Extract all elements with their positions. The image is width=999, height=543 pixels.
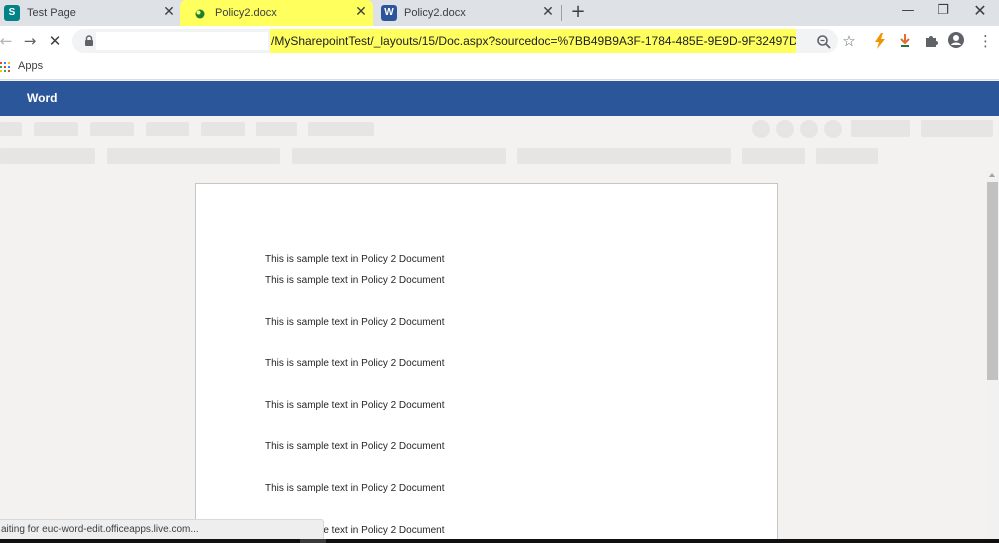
loading-icon — [192, 5, 208, 21]
ribbon-tab-placeholder — [0, 122, 22, 136]
close-tab-icon[interactable]: ✕ — [354, 5, 368, 19]
ribbon-group-placeholder — [107, 148, 280, 164]
ribbon-icon-placeholder — [824, 120, 842, 138]
address-bar[interactable]: /MySharepointTest/_layouts/15/Doc.aspx?s… — [72, 29, 838, 53]
ribbon-tab-placeholder — [146, 122, 189, 136]
tab-strip: S Test Page ✕ Policy2.docx ✕ W Policy2.d… — [0, 0, 999, 26]
document-line[interactable]: This is sample text in Policy 2 Document — [265, 254, 445, 265]
ribbon-group-placeholder — [742, 148, 805, 164]
os-taskbar — [0, 539, 999, 543]
pin-extension-icon[interactable] — [898, 33, 912, 49]
apps-bookmark[interactable]: Apps — [18, 60, 43, 72]
ribbon-tab-placeholder — [90, 122, 134, 136]
url-text[interactable]: /MySharepointTest/_layouts/15/Doc.aspx?s… — [270, 29, 796, 53]
taskbar-item — [300, 539, 326, 543]
close-tab-icon[interactable]: ✕ — [541, 5, 555, 19]
document-line[interactable]: This is sample text in Policy 2 Document — [265, 483, 445, 494]
tab-policy2-word[interactable]: W Policy2.docx ✕ — [373, 0, 561, 26]
minimize-button[interactable]: — — [898, 2, 918, 20]
url-redacted — [96, 32, 268, 50]
document-page[interactable]: This is sample text in Policy 2 Document… — [195, 183, 778, 543]
ribbon-tab-placeholder — [256, 122, 297, 136]
apps-grid-icon[interactable] — [0, 61, 10, 72]
back-button[interactable]: ← — [0, 32, 15, 50]
stop-loading-button[interactable]: ✕ — [46, 32, 64, 50]
lightning-extension-icon[interactable] — [873, 33, 887, 49]
word-app-header: Word — [0, 81, 999, 116]
close-window-button[interactable]: ✕ — [970, 2, 990, 20]
tab-test-page[interactable]: S Test Page ✕ — [0, 0, 180, 26]
new-tab-button[interactable]: + — [569, 3, 587, 21]
ribbon-icon-placeholder — [752, 120, 770, 138]
lock-icon[interactable] — [82, 34, 96, 48]
ribbon-icon-placeholder — [776, 120, 794, 138]
scrollbar-thumb[interactable] — [987, 182, 998, 380]
tab-title: Policy2.docx — [404, 7, 466, 19]
document-line[interactable]: This is sample text in Policy 2 Document — [265, 358, 445, 369]
ribbon-button-placeholder — [851, 120, 910, 137]
ribbon-group-placeholder — [517, 148, 731, 164]
vertical-scrollbar[interactable] — [986, 170, 999, 543]
word-icon: W — [381, 5, 397, 21]
document-line[interactable]: This is sample text in Policy 2 Document — [265, 317, 445, 328]
sharepoint-icon: S — [4, 5, 20, 21]
ribbon-group-placeholder — [0, 148, 95, 164]
profile-avatar-icon[interactable] — [947, 31, 965, 49]
document-line[interactable]: This is sample text in Policy 2 Document — [265, 400, 445, 411]
bookmark-star-icon[interactable]: ☆ — [841, 33, 857, 49]
extensions-puzzle-icon[interactable] — [923, 33, 939, 49]
ribbon-group-placeholder — [292, 148, 506, 164]
ribbon-icon-placeholder — [800, 120, 818, 138]
forward-button[interactable]: → — [21, 32, 39, 50]
ribbon-tab-placeholder — [34, 122, 78, 136]
tab-title: Test Page — [27, 7, 76, 19]
ribbon-group-placeholder — [816, 148, 878, 164]
ribbon-button-placeholder — [921, 120, 993, 137]
tab-title: Policy2.docx — [215, 7, 277, 19]
tab-policy2-loading[interactable]: Policy2.docx ✕ — [180, 0, 373, 26]
zoom-icon[interactable] — [816, 34, 832, 50]
tab-separator — [561, 5, 562, 21]
restore-button[interactable]: ❐ — [933, 2, 953, 20]
kebab-menu-icon[interactable]: ⋮ — [978, 32, 993, 50]
close-tab-icon[interactable]: ✕ — [162, 5, 176, 19]
scroll-up-arrow-icon[interactable] — [989, 173, 995, 177]
document-line[interactable]: This is sample text in Policy 2 Document — [265, 441, 445, 452]
status-bubble: aiting for euc-word-edit.officeapps.live… — [0, 519, 324, 539]
ribbon-tab-placeholder — [308, 122, 374, 136]
document-line[interactable]: This is sample text in Policy 2 Document — [265, 275, 445, 286]
bookmarks-bar: Apps — [0, 56, 999, 80]
word-app-name[interactable]: Word — [27, 91, 57, 105]
ribbon-tab-placeholder — [201, 122, 245, 136]
